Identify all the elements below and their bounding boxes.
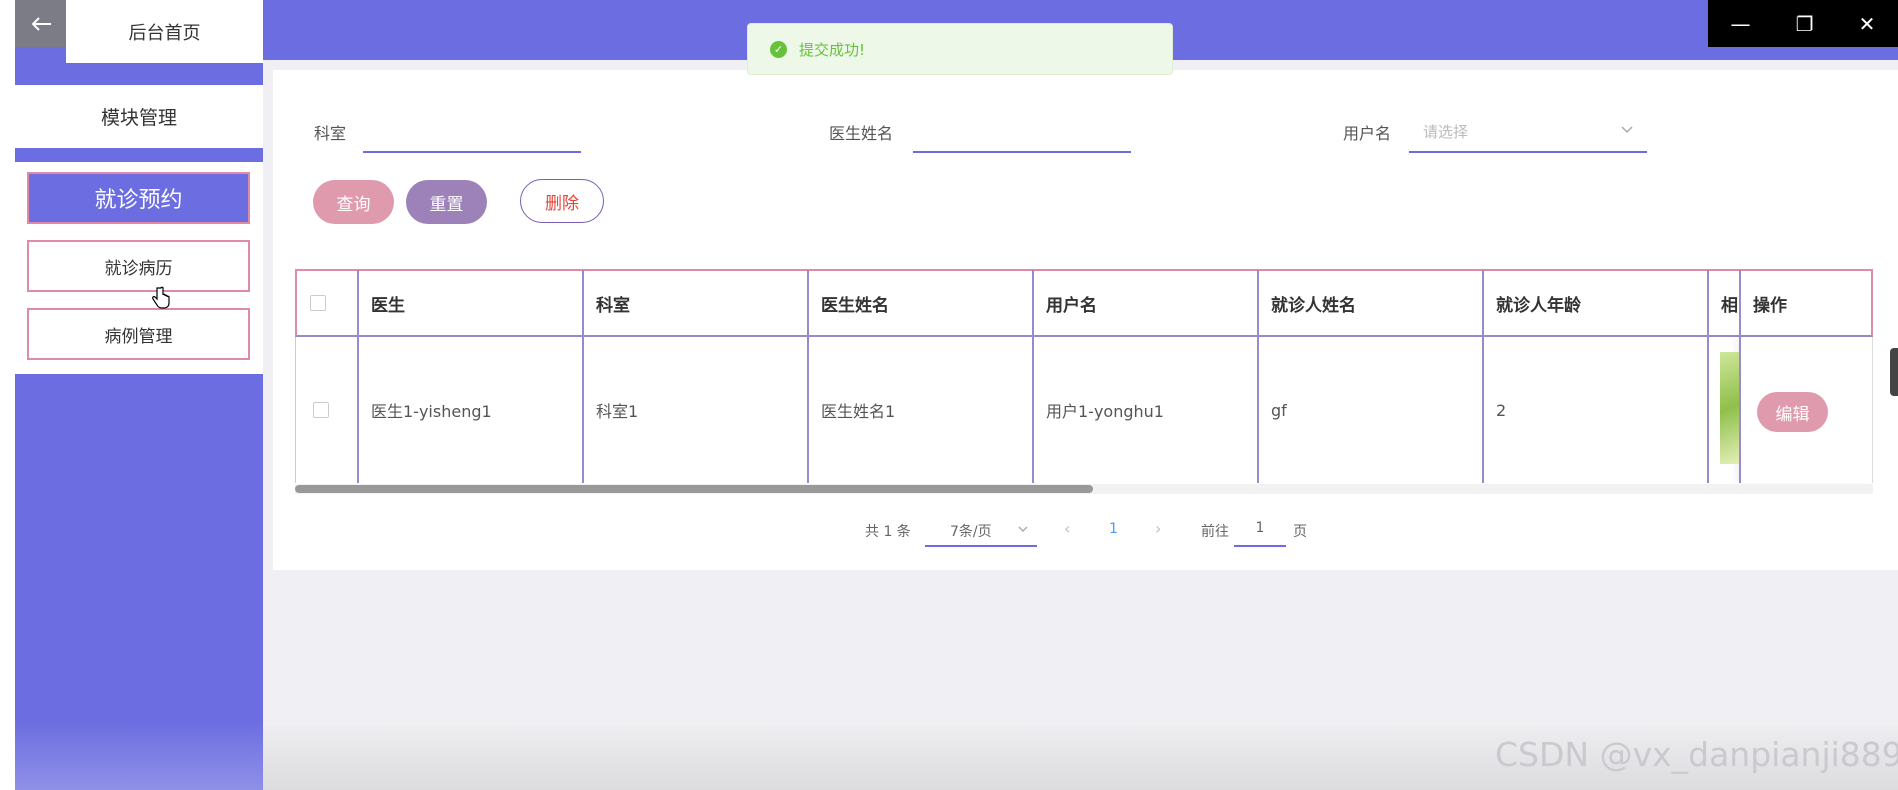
data-table: 医生 科室 医生姓名 用户名 就诊人姓名 就诊人年龄 相 操作 医生1-yish…	[295, 269, 1873, 487]
vertical-scrollbar-handle[interactable]	[1890, 348, 1898, 396]
arrow-left-icon	[31, 16, 51, 31]
cell-username: 用户1-yonghu1	[1032, 337, 1257, 483]
page-number-current[interactable]: 1	[1109, 521, 1118, 537]
toast-message: 提交成功!	[799, 40, 866, 59]
window-controls: — ❐ ✕	[1708, 0, 1898, 47]
delete-button[interactable]: 删除	[520, 179, 604, 223]
row-select[interactable]	[295, 337, 357, 483]
prev-page-icon[interactable]: ‹	[1064, 519, 1070, 538]
header-photo[interactable]: 相	[1707, 269, 1739, 337]
header-department[interactable]: 科室	[582, 269, 807, 337]
doctor-name-input-underline	[913, 151, 1131, 153]
close-icon[interactable]: ✕	[1859, 12, 1876, 36]
sidebar-item-case-management[interactable]: 病例管理	[27, 308, 250, 360]
username-select[interactable]: 请选择	[1409, 110, 1647, 150]
header-select-all[interactable]	[295, 269, 357, 337]
header-actions: 操作	[1739, 269, 1873, 337]
header-patient-age[interactable]: 就诊人年龄	[1482, 269, 1707, 337]
goto-suffix: 页	[1293, 524, 1307, 540]
watermark: CSDN @vx_danpianji889	[1495, 735, 1898, 774]
check-circle-icon: ✓	[770, 40, 787, 58]
goto-page-input[interactable]: 1	[1234, 512, 1286, 544]
username-select-underline	[1409, 151, 1647, 153]
minimize-icon[interactable]: —	[1731, 12, 1751, 36]
back-button[interactable]	[15, 0, 66, 47]
edit-button[interactable]: 编辑	[1757, 392, 1828, 432]
hand-cursor-icon	[152, 286, 170, 314]
restore-icon[interactable]: ❐	[1796, 12, 1814, 36]
sidebar-home-link[interactable]: 后台首页	[66, 0, 263, 63]
username-select-placeholder: 请选择	[1423, 123, 1469, 141]
chevron-down-icon	[1621, 126, 1633, 134]
page-size-underline	[925, 545, 1037, 547]
success-toast: ✓ 提交成功!	[747, 23, 1173, 75]
department-input[interactable]	[363, 110, 581, 150]
page-size-value: 7条/页	[950, 524, 992, 540]
next-page-icon[interactable]: ›	[1155, 519, 1161, 538]
doctor-name-label: 医生姓名	[829, 124, 894, 143]
cell-patient-age: 2	[1482, 337, 1707, 483]
row-checkbox[interactable]	[313, 402, 329, 418]
department-input-underline	[363, 151, 581, 153]
cell-department: 科室1	[582, 337, 807, 483]
header-doctor[interactable]: 医生	[357, 269, 582, 337]
reset-button[interactable]: 重置	[406, 180, 487, 224]
cell-patient-name: gf	[1257, 337, 1482, 483]
pagination-total: 共 1 条	[865, 524, 911, 540]
horizontal-scrollbar-thumb[interactable]	[295, 485, 1093, 493]
header-patient-name[interactable]: 就诊人姓名	[1257, 269, 1482, 337]
header-checkbox[interactable]	[310, 295, 326, 311]
sidebar-item-appointment[interactable]: 就诊预约	[27, 172, 250, 224]
goto-input-underline	[1234, 545, 1286, 547]
cell-doctor-name: 医生姓名1	[807, 337, 1032, 483]
page-size-select[interactable]: 7条/页	[925, 510, 1037, 546]
sidebar-fade	[15, 720, 263, 790]
patient-photo-thumbnail	[1720, 352, 1739, 464]
header-username[interactable]: 用户名	[1032, 269, 1257, 337]
sidebar-module-management[interactable]: 模块管理	[15, 85, 263, 148]
left-edge	[0, 0, 15, 790]
goto-prefix: 前往	[1201, 524, 1229, 540]
username-label: 用户名	[1343, 124, 1392, 143]
doctor-name-input[interactable]	[913, 110, 1131, 150]
sidebar-item-medical-record[interactable]: 就诊病历	[27, 240, 250, 292]
goto-page-value: 1	[1255, 520, 1265, 536]
chevron-down-icon	[1018, 526, 1028, 532]
header-doctor-name[interactable]: 医生姓名	[807, 269, 1032, 337]
department-label: 科室	[314, 124, 347, 143]
query-button[interactable]: 查询	[313, 180, 394, 224]
cell-doctor: 医生1-yisheng1	[357, 337, 582, 483]
